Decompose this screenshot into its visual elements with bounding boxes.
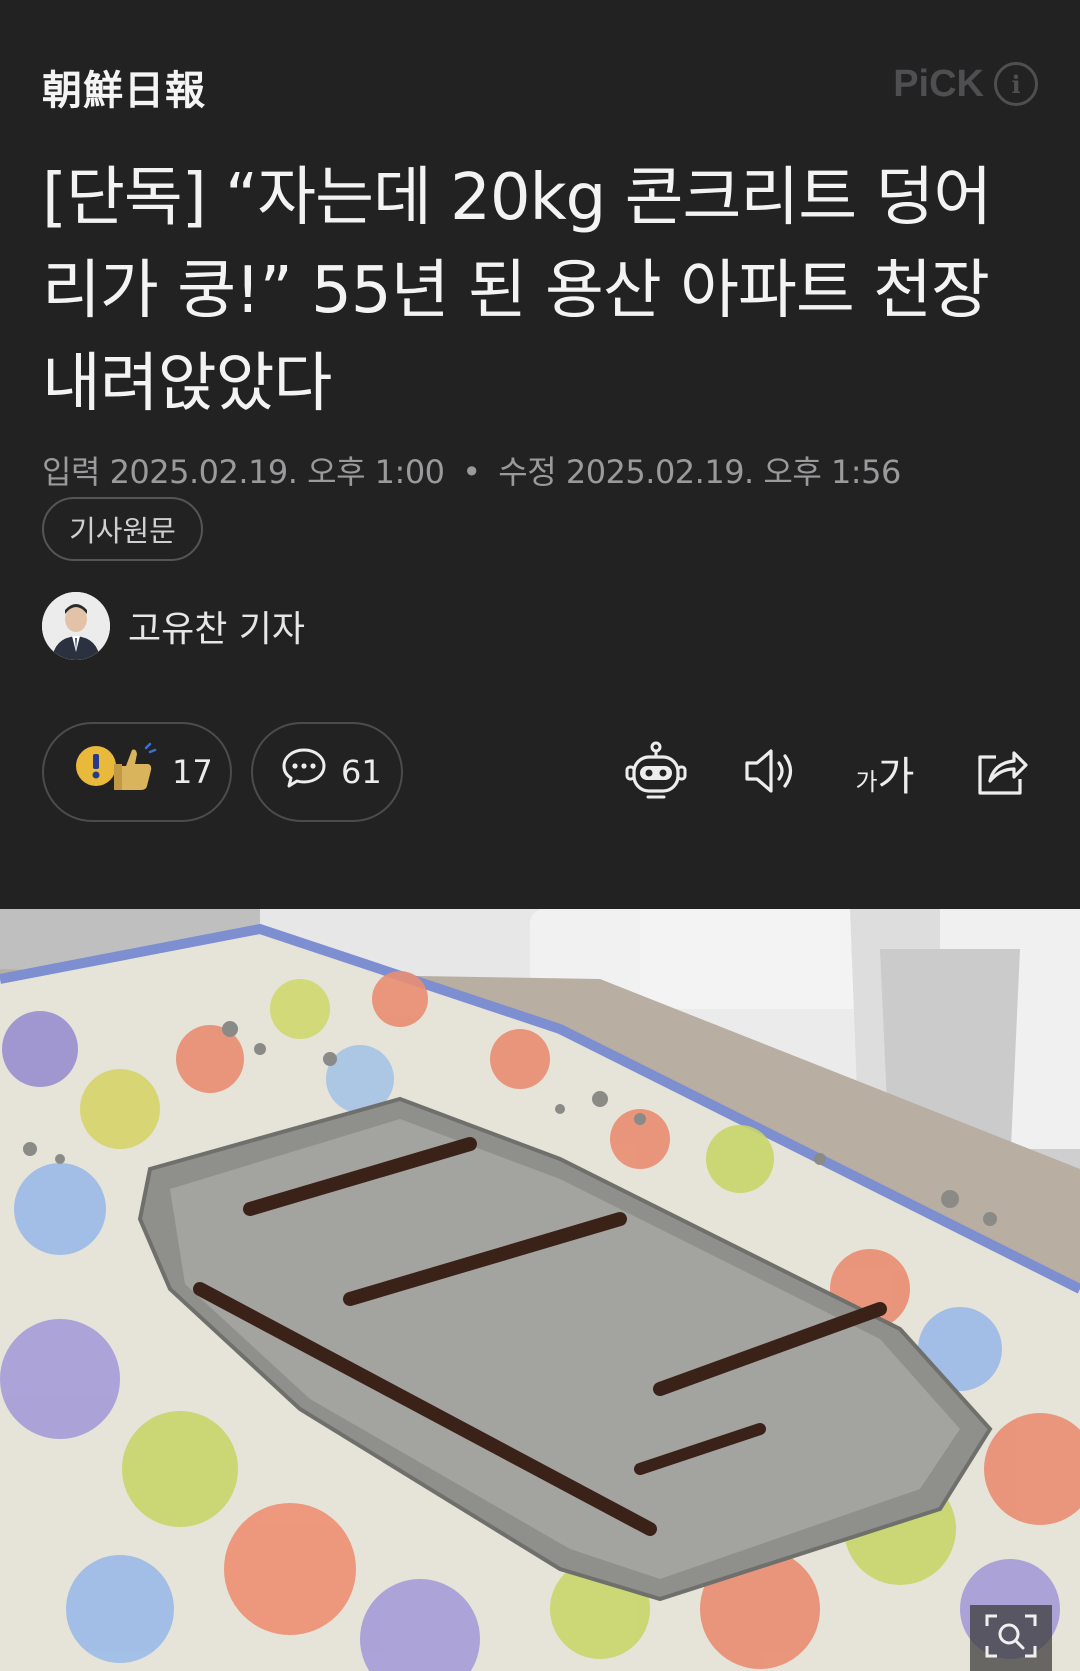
published-time: 2025.02.19. 오후 1:00 [109, 453, 445, 491]
share-button[interactable] [964, 735, 1040, 811]
meta-separator: • [462, 453, 481, 491]
comment-button[interactable]: 61 [251, 722, 403, 822]
author-avatar [42, 592, 110, 660]
article-page: 朝鮮日報 PiCK i [단독] “자는데 20kg 콘크리트 덩어리가 쿵!”… [0, 0, 1080, 1671]
modified-label: 수정 [498, 453, 557, 491]
font-size-big-glyph: 가 [877, 754, 915, 800]
thumbs-up-icon [74, 742, 158, 802]
text-to-speech-button[interactable] [733, 735, 809, 811]
article-headline: [단독] “자는데 20kg 콘크리트 덩어리가 쿵!” 55년 된 용산 아파… [42, 161, 992, 421]
font-size-small-glyph: 가 [855, 768, 878, 796]
speech-bubble-icon [281, 746, 327, 798]
author-name: 고유찬 기자 [128, 609, 306, 650]
font-size-icon: 가가 [856, 744, 915, 802]
summary-button[interactable] [618, 735, 694, 811]
font-size-button[interactable]: 가가 [847, 735, 923, 811]
comment-count: 61 [341, 753, 382, 791]
published-label: 입력 [42, 453, 100, 491]
share-icon [972, 743, 1032, 803]
speaker-icon [741, 743, 801, 803]
zoom-icon [983, 1612, 1039, 1664]
publisher-logo[interactable]: 朝鮮日報 [42, 58, 206, 116]
pick-label: PiCK [893, 62, 984, 105]
top-bar: 朝鮮日報 PiCK i [0, 0, 1080, 150]
article-timestamps: 입력 2025.02.19. 오후 1:00 • 수정 2025.02.19. … [42, 447, 901, 493]
author-info[interactable]: 고유찬 기자 [42, 592, 305, 660]
info-icon[interactable]: i [994, 62, 1038, 106]
robot-icon [624, 739, 688, 807]
concrete-debris-photo [0, 909, 1080, 1671]
article-photo[interactable] [0, 909, 1080, 1671]
zoom-button[interactable] [970, 1605, 1052, 1671]
reaction-count: 17 [172, 753, 213, 791]
original-article-button[interactable]: 기사원문 [42, 497, 203, 561]
info-glyph: i [1011, 69, 1021, 99]
modified-time: 2025.02.19. 오후 1:56 [565, 453, 901, 491]
reaction-button[interactable]: 17 [42, 722, 232, 822]
pick-badge[interactable]: PiCK i [893, 62, 1038, 106]
